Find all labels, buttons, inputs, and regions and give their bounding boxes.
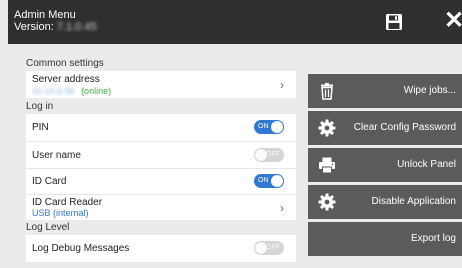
page-title: Admin Menu bbox=[14, 9, 76, 21]
server-address-value: 10.14.5.56 (online) bbox=[32, 86, 111, 96]
server-address-row[interactable]: Server address 10.14.5.56 (online) › bbox=[26, 71, 296, 98]
id-card-toggle[interactable]: ON bbox=[254, 174, 284, 188]
version-value: 7.1.0.45 bbox=[56, 21, 97, 33]
section-common-settings: Common settings bbox=[26, 58, 104, 69]
id-card-reader-value: USB (internal) bbox=[32, 208, 89, 218]
export-log-button[interactable]: Export log bbox=[308, 222, 462, 256]
toggle-knob bbox=[271, 175, 283, 187]
version-line: Version: 7.1.0.45 bbox=[14, 21, 97, 33]
pin-toggle-text: ON bbox=[258, 123, 269, 130]
id-card-label: ID Card bbox=[32, 176, 67, 187]
server-address-label: Server address bbox=[32, 74, 100, 85]
close-icon[interactable]: ✕ bbox=[444, 9, 462, 33]
pin-toggle[interactable]: ON bbox=[254, 120, 284, 134]
section-log-level: Log Level bbox=[26, 222, 70, 233]
disable-application-label: Disable Application bbox=[371, 196, 457, 207]
username-toggle-text: OFF bbox=[266, 151, 280, 158]
unlock-panel-label: Unlock Panel bbox=[397, 159, 456, 170]
unlock-panel-button[interactable]: Unlock Panel bbox=[308, 148, 462, 182]
id-card-toggle-text: ON bbox=[258, 177, 269, 184]
disable-application-button[interactable]: Disable Application bbox=[308, 185, 462, 219]
wipe-jobs-label: Wipe jobs... bbox=[403, 85, 456, 96]
log-debug-row: Log Debug Messages OFF bbox=[26, 235, 296, 262]
clear-config-password-label: Clear Config Password bbox=[353, 122, 456, 133]
id-card-reader-label: ID Card Reader bbox=[32, 197, 103, 208]
log-debug-label: Log Debug Messages bbox=[32, 243, 130, 254]
toggle-knob bbox=[271, 121, 283, 133]
server-ip: 10.14.5.56 bbox=[32, 86, 75, 96]
admin-header: Admin Menu Version: 7.1.0.45 ✕ bbox=[8, 0, 462, 44]
toggle-knob bbox=[255, 242, 267, 254]
id-card-reader-row[interactable]: ID Card Reader USB (internal) › bbox=[26, 194, 296, 220]
pin-row: PIN ON bbox=[26, 114, 296, 141]
username-label: User name bbox=[32, 150, 81, 161]
username-toggle[interactable]: OFF bbox=[254, 148, 284, 162]
version-label: Version: bbox=[14, 21, 54, 33]
printer-icon bbox=[319, 157, 335, 174]
server-status: (online) bbox=[81, 86, 112, 96]
pin-label: PIN bbox=[32, 122, 49, 133]
export-log-label: Export log bbox=[410, 233, 456, 244]
save-icon[interactable] bbox=[385, 13, 403, 31]
id-card-row: ID Card ON bbox=[26, 168, 296, 194]
log-debug-toggle[interactable]: OFF bbox=[254, 241, 284, 255]
toggle-knob bbox=[255, 149, 267, 161]
gear-icon bbox=[318, 193, 336, 211]
section-log-in: Log in bbox=[26, 101, 54, 112]
wipe-jobs-button[interactable]: Wipe jobs... bbox=[308, 74, 462, 108]
gear-icon bbox=[318, 119, 336, 137]
log-debug-toggle-text: OFF bbox=[266, 244, 280, 251]
chevron-right-icon: › bbox=[280, 201, 284, 215]
chevron-right-icon: › bbox=[280, 78, 284, 92]
trash-icon bbox=[321, 83, 333, 100]
clear-config-password-button[interactable]: Clear Config Password bbox=[308, 111, 462, 145]
username-row: User name OFF bbox=[26, 141, 296, 169]
